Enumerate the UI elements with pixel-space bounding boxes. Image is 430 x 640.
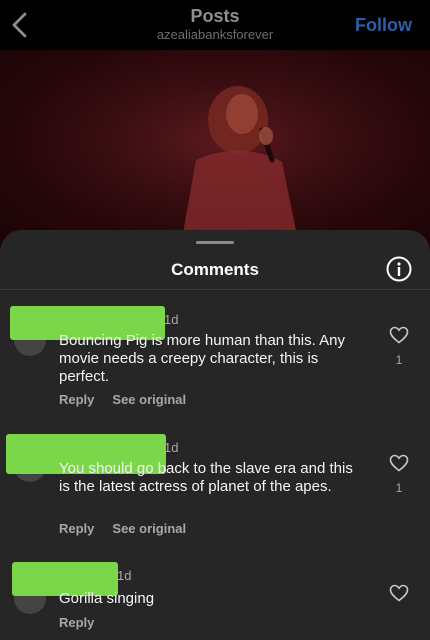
- reply-button[interactable]: Reply: [59, 392, 94, 407]
- comments-title: Comments: [171, 260, 259, 279]
- comment-actions: Reply See original: [59, 392, 204, 407]
- see-original-button[interactable]: See original: [112, 392, 186, 407]
- comment-item: 1d You should go back to the slave era a…: [0, 430, 430, 545]
- heart-icon[interactable]: [389, 584, 409, 602]
- comment-actions: Reply: [59, 615, 112, 630]
- comment-age: 1d: [164, 440, 179, 455]
- follow-button[interactable]: Follow: [355, 15, 412, 36]
- comment-item: 1d Bouncing Pig is more human than this.…: [0, 300, 430, 415]
- divider: [0, 289, 430, 290]
- post-photo: [0, 50, 430, 250]
- performer-silhouette-image: [180, 86, 300, 250]
- comment-text: Gorilla singing: [59, 590, 155, 607]
- comment-item: 1d Gorilla singing Reply: [0, 560, 430, 640]
- comments-sheet: Comments 1d Bouncing Pig is more human t…: [0, 230, 430, 640]
- reply-button[interactable]: Reply: [59, 521, 94, 536]
- see-original-button[interactable]: See original: [112, 521, 186, 536]
- comment-actions: Reply See original: [59, 521, 204, 536]
- comment-text: Bouncing Pig is more human than this. An…: [59, 332, 345, 385]
- like-count: 1: [395, 353, 403, 367]
- reply-button[interactable]: Reply: [59, 615, 94, 630]
- info-icon[interactable]: [386, 256, 412, 282]
- heart-icon[interactable]: [389, 454, 409, 472]
- heart-icon[interactable]: [389, 326, 409, 344]
- comment-text: You should go back to the slave era and …: [59, 460, 353, 495]
- sheet-drag-handle[interactable]: [196, 241, 234, 244]
- comment-age: 1d: [164, 312, 179, 327]
- comment-age: 1d: [117, 568, 132, 583]
- top-bar: Posts azealiabanksforever Follow: [0, 0, 430, 50]
- like-count: 1: [395, 481, 403, 495]
